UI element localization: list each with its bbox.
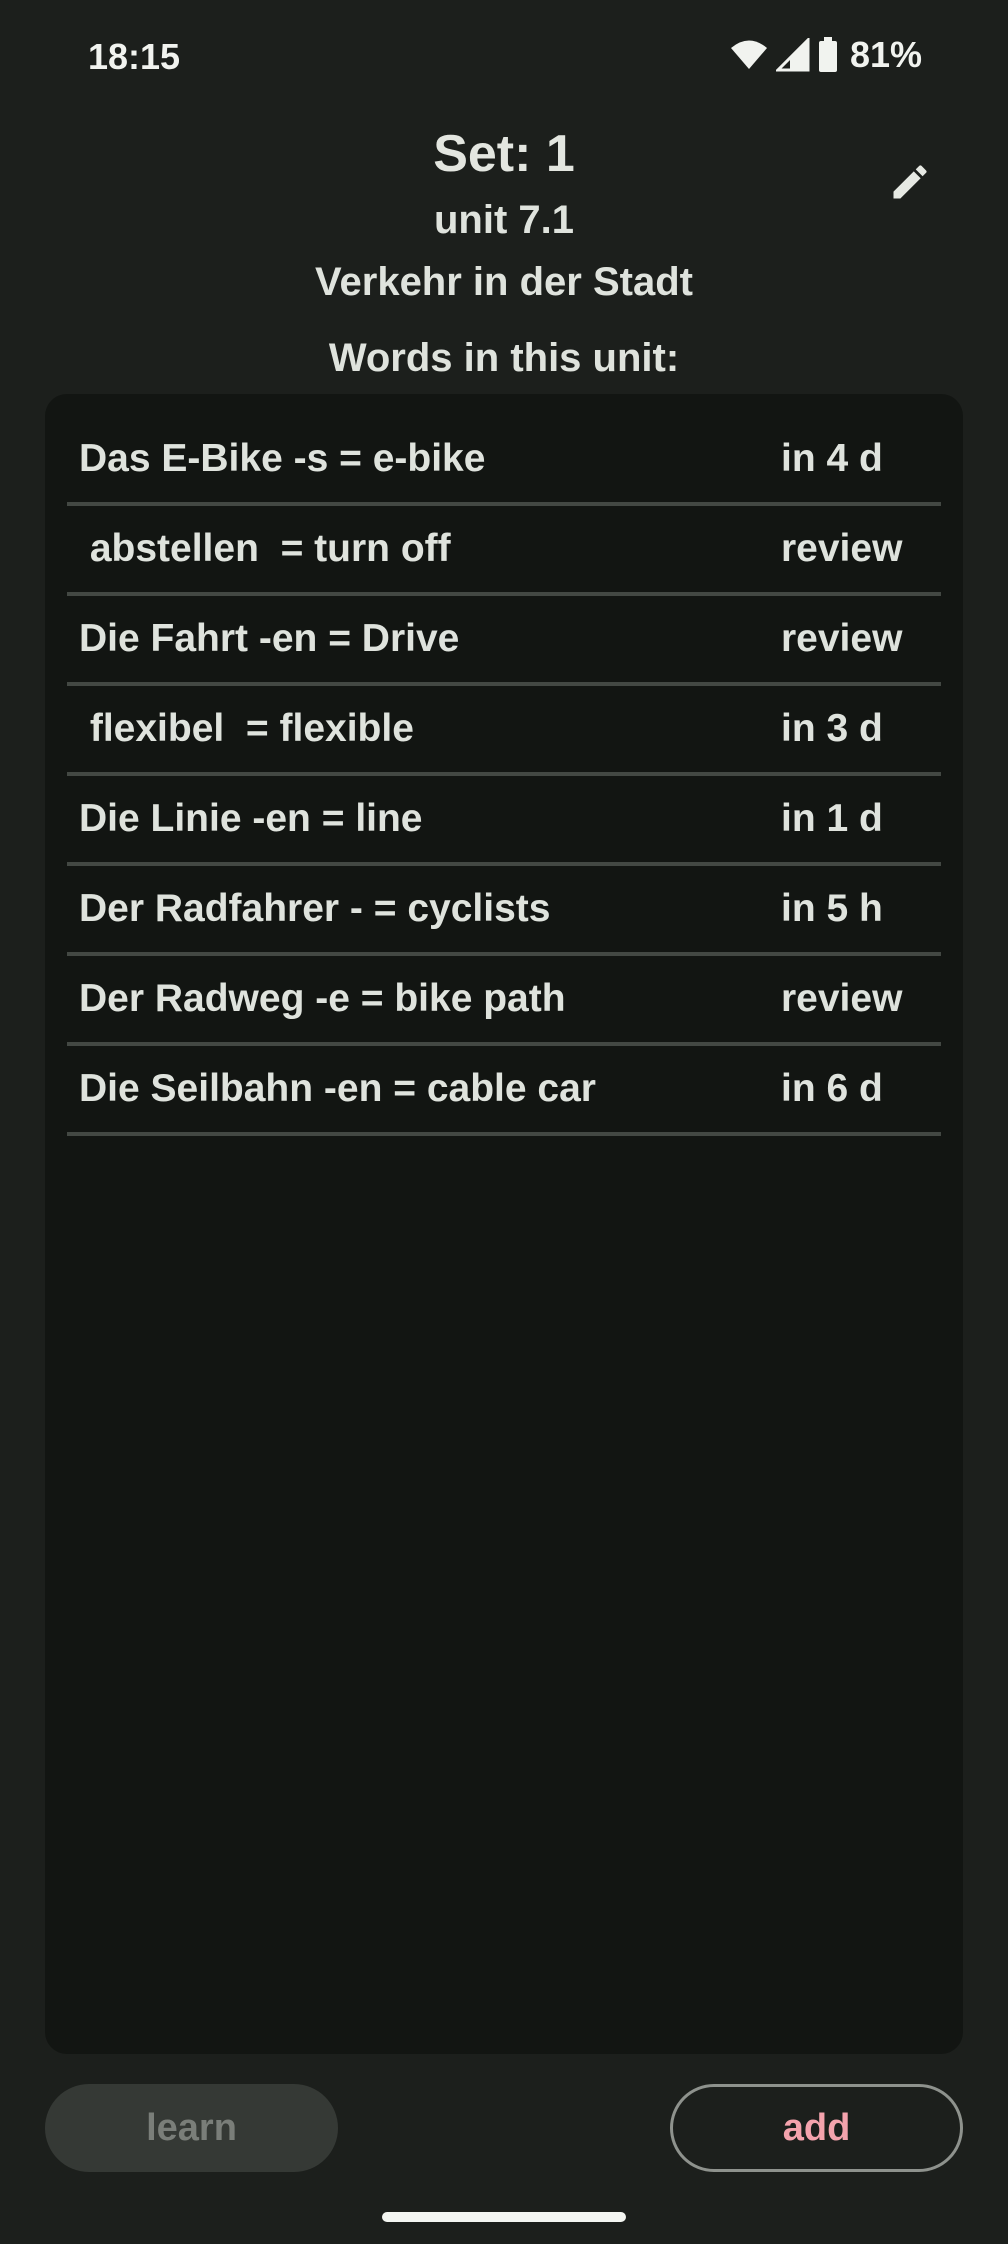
word-text: Der Radfahrer - = cyclists: [79, 887, 551, 930]
word-text: flexibel = flexible: [79, 707, 414, 750]
unit-title: unit 7.1: [433, 198, 575, 242]
pencil-icon: [893, 165, 927, 199]
word-text: Der Radweg -e = bike path: [79, 977, 566, 1020]
wifi-icon: [730, 40, 767, 69]
word-text: abstellen = turn off: [79, 527, 451, 570]
word-due-status: in 4 d: [781, 437, 883, 480]
edit-button[interactable]: [878, 150, 942, 214]
word-text: Das E-Bike -s = e-bike: [79, 437, 486, 480]
word-due-status: in 1 d: [781, 797, 883, 840]
words-heading: Words in this unit:: [328, 336, 680, 380]
battery-icon: [818, 37, 837, 72]
word-row[interactable]: Die Linie -en = line in 1 d: [67, 776, 941, 866]
word-due-status: review: [781, 977, 903, 1020]
signal-icon: [775, 38, 810, 72]
word-row[interactable]: flexibel = flexible in 3 d: [67, 686, 941, 776]
battery-percentage: 81%: [849, 34, 922, 75]
word-row[interactable]: Der Radweg -e = bike path review: [67, 956, 941, 1046]
word-row[interactable]: Der Radfahrer - = cyclists in 5 h: [67, 866, 941, 956]
word-row[interactable]: abstellen = turn off review: [67, 506, 941, 596]
word-row[interactable]: Die Fahrt -en = Drive review: [67, 596, 941, 686]
word-due-status: review: [781, 617, 903, 660]
learn-button[interactable]: learn: [45, 2084, 338, 2172]
word-due-status: in 5 h: [781, 887, 883, 930]
word-text: Die Fahrt -en = Drive: [79, 617, 460, 660]
home-indicator[interactable]: [382, 2212, 626, 2222]
word-row[interactable]: Die Seilbahn -en = cable car in 6 d: [67, 1046, 941, 1136]
word-due-status: in 3 d: [781, 707, 883, 750]
word-due-status: review: [781, 527, 903, 570]
add-button[interactable]: add: [670, 2084, 963, 2172]
set-title: Set: 1: [433, 125, 575, 183]
word-list-panel: Das E-Bike -s = e-bike in 4 d abstellen …: [45, 394, 963, 2054]
word-row[interactable]: Das E-Bike -s = e-bike in 4 d: [67, 416, 941, 506]
word-list: Das E-Bike -s = e-bike in 4 d abstellen …: [67, 416, 941, 1136]
status-icons: 81%: [730, 34, 922, 76]
word-text: Die Seilbahn -en = cable car: [79, 1067, 596, 1110]
status-bar: 18:15 81%: [0, 0, 1008, 110]
topic-title: Verkehr in der Stadt: [315, 260, 693, 304]
word-due-status: in 6 d: [781, 1067, 883, 1110]
status-time: 18:15: [88, 36, 181, 77]
word-text: Die Linie -en = line: [79, 797, 423, 840]
